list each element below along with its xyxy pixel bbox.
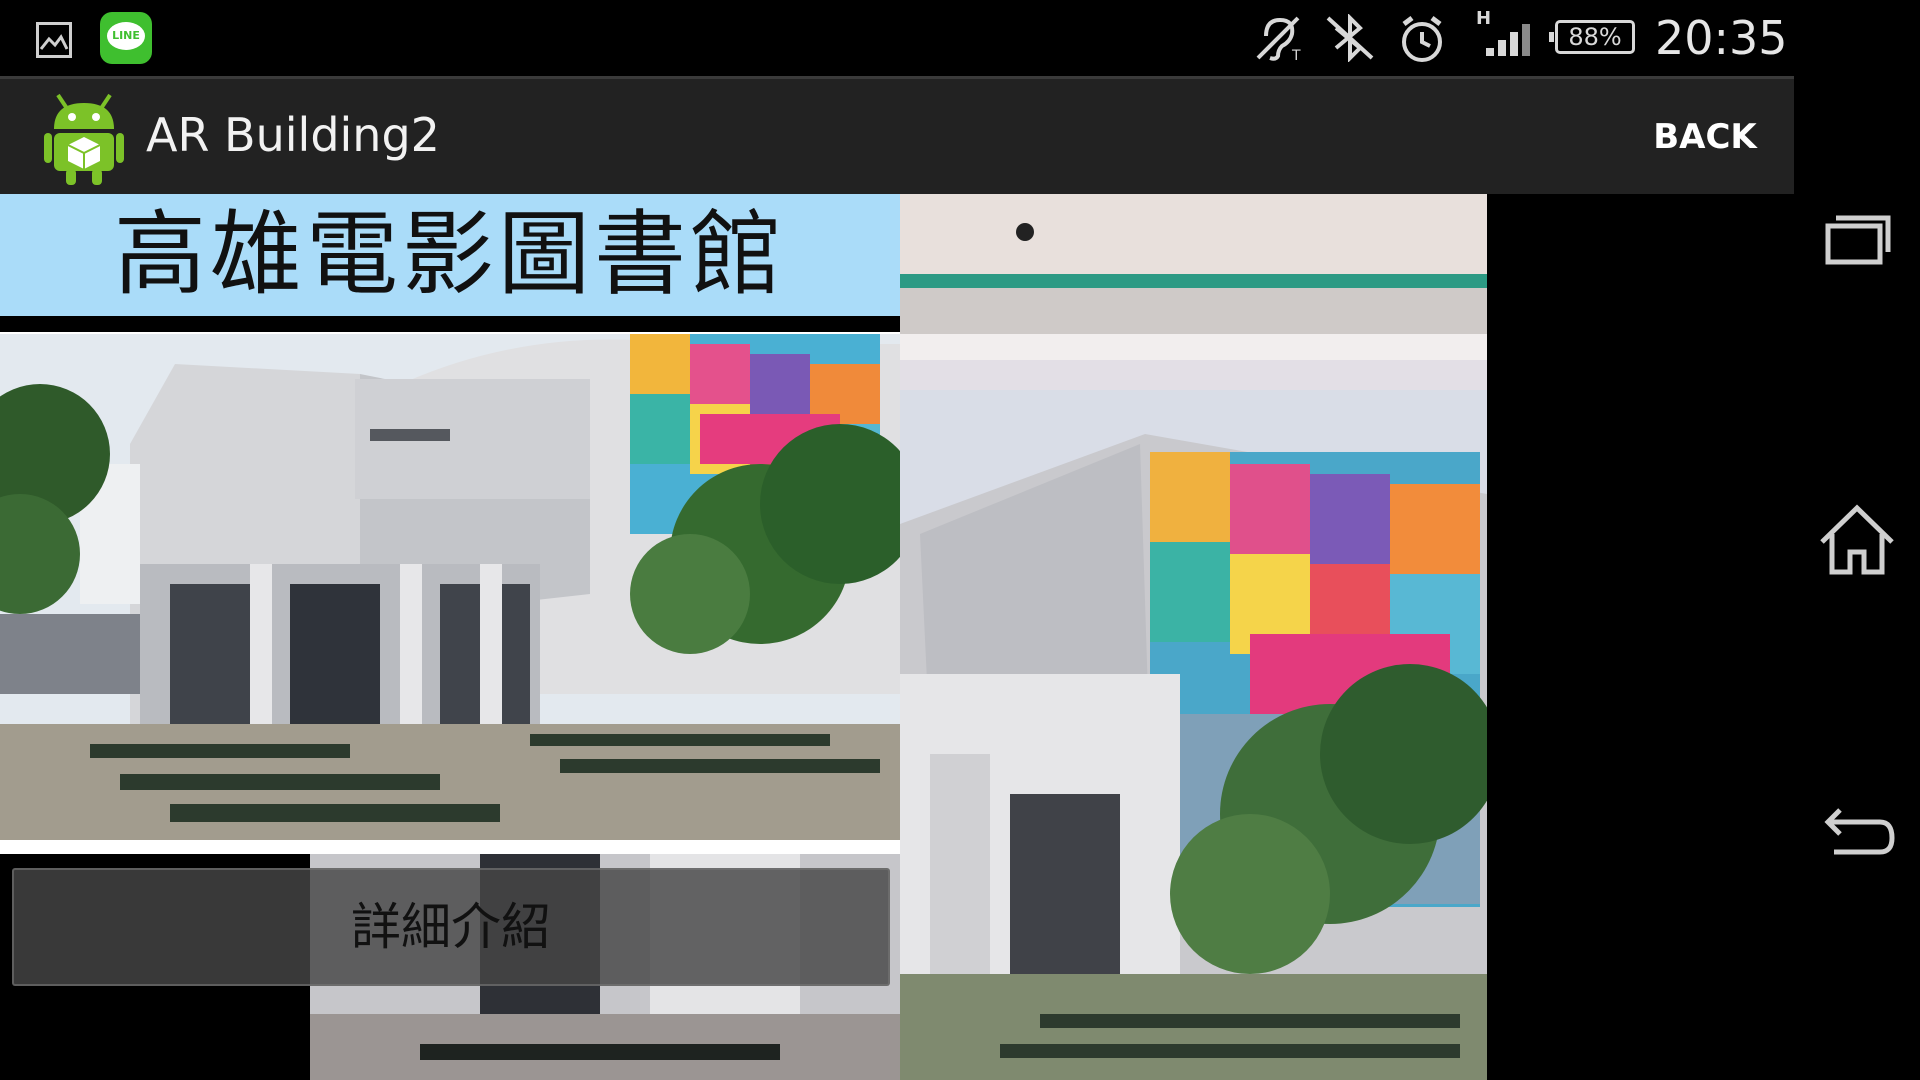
bluetooth-off-icon — [1322, 13, 1378, 66]
back-icon[interactable] — [1794, 786, 1920, 896]
gallery-icon — [36, 22, 72, 58]
status-bar: LINE T H 88% 20:35 — [0, 0, 1794, 76]
line-app-icon: LINE — [100, 12, 152, 64]
hearing-aid-icon: T — [1252, 14, 1304, 66]
building-photo-frame — [0, 332, 900, 854]
svg-text:T: T — [1291, 48, 1301, 62]
alarm-icon — [1398, 14, 1446, 68]
back-button[interactable]: BACK — [1640, 107, 1770, 167]
detail-intro-button[interactable]: 詳細介紹 — [12, 868, 890, 986]
recent-apps-icon[interactable] — [1794, 186, 1920, 296]
app-title: AR Building2 — [146, 108, 440, 162]
screen: 高雄電影圖書館 詳細介紹 LINE T H 88% 20:35 AR Build… — [0, 0, 1920, 1080]
battery-indicator: 88% — [1549, 20, 1635, 54]
home-icon[interactable] — [1794, 486, 1920, 596]
navigation-bar — [1794, 0, 1920, 1080]
android-app-icon — [44, 93, 124, 187]
building-title: 高雄電影圖書館 — [113, 201, 786, 308]
building-photo — [0, 334, 900, 840]
status-clock: 20:35 — [1655, 11, 1788, 65]
action-bar: AR Building2 BACK — [0, 76, 1794, 194]
building-title-panel: 高雄電影圖書館 — [0, 194, 900, 316]
line-label: LINE — [107, 22, 145, 50]
signal-icon — [1484, 22, 1534, 62]
